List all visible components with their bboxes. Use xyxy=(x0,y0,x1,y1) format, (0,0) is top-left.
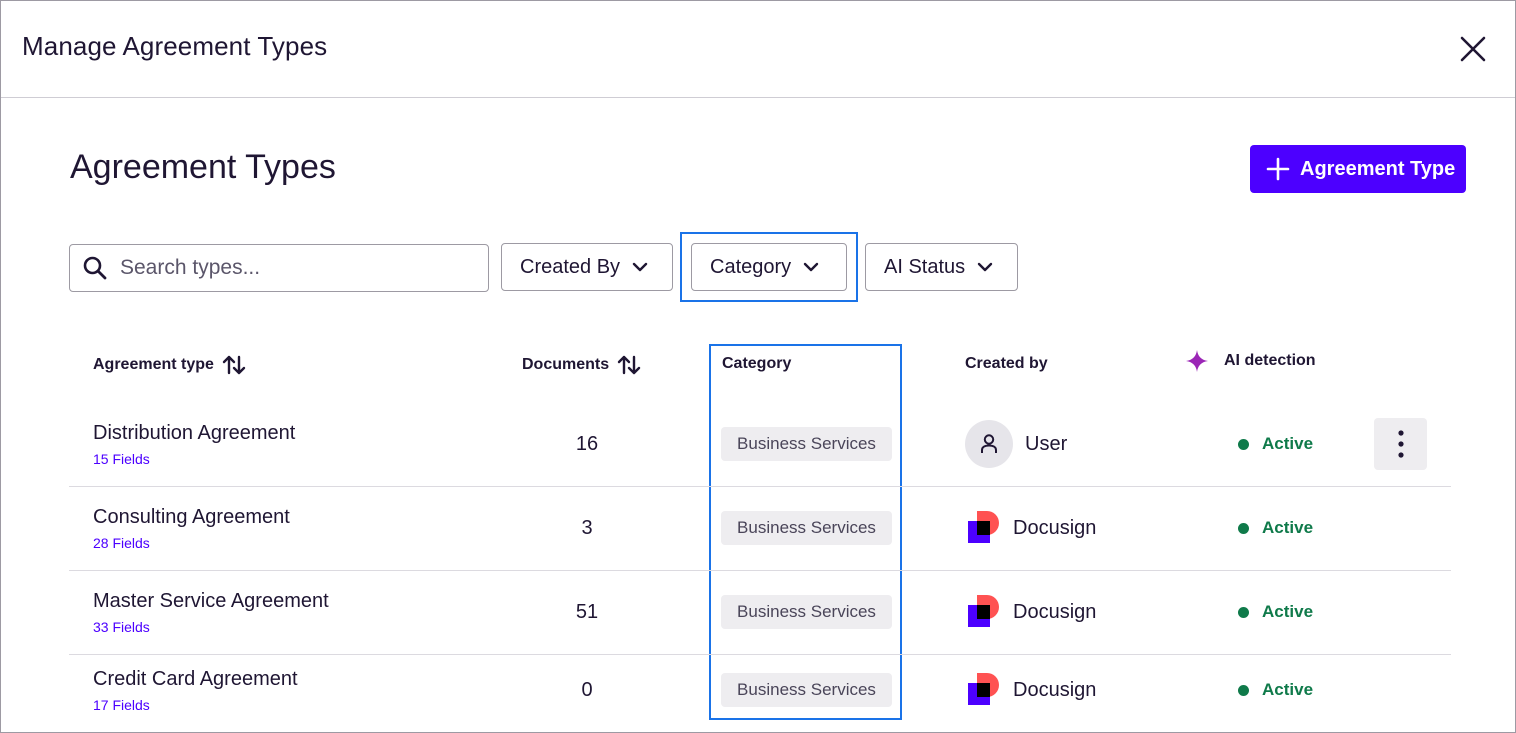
filter-created-by-label: Created By xyxy=(520,255,621,278)
row-1-fields[interactable]: 15 Fields xyxy=(93,451,150,467)
filter-ai-status-label: AI Status xyxy=(884,255,966,278)
modal-title: Manage Agreement Types xyxy=(22,31,328,61)
header-ai-detection: AI detection xyxy=(1186,350,1316,372)
header-category: Category xyxy=(722,355,791,373)
row-3-documents: 51 xyxy=(575,601,599,623)
row-3-fields[interactable]: 33 Fields xyxy=(93,619,150,635)
row-4-category-badge: Business Services xyxy=(721,673,892,707)
row-4-documents: 0 xyxy=(581,679,593,701)
row-1-category-badge: Business Services xyxy=(721,427,892,461)
row-1-documents: 16 xyxy=(575,433,599,455)
sort-icon xyxy=(617,355,641,375)
row-2-status: Active xyxy=(1238,518,1313,538)
category-filter-highlight xyxy=(680,232,858,302)
header-agreement-type[interactable]: Agreement type xyxy=(93,355,246,375)
search-input[interactable] xyxy=(120,256,460,280)
row-3-name[interactable]: Master Service Agreement xyxy=(93,590,329,613)
add-button-label: Agreement Type xyxy=(1300,157,1456,180)
row-3-category-badge: Business Services xyxy=(721,595,892,629)
row-1-created-by: User xyxy=(965,420,1067,468)
filter-ai-status[interactable]: AI Status xyxy=(865,243,1018,291)
plus-icon xyxy=(1266,157,1290,181)
search-box[interactable] xyxy=(69,244,489,292)
row-2-category-badge: Business Services xyxy=(721,511,892,545)
row-4-created-by-label: Docusign xyxy=(1013,678,1097,701)
row-divider xyxy=(69,486,1451,487)
row-2-created-by: Docusign xyxy=(967,511,1096,545)
header-created-by-label: Created by xyxy=(965,355,1048,372)
filter-created-by[interactable]: Created By xyxy=(501,243,673,291)
row-1-created-by-label: User xyxy=(1025,432,1068,455)
close-button[interactable] xyxy=(1456,32,1490,66)
row-divider xyxy=(69,570,1451,571)
header-documents[interactable]: Documents xyxy=(522,355,641,375)
status-dot xyxy=(1238,522,1249,534)
row-4-name[interactable]: Credit Card Agreement xyxy=(93,668,298,691)
status-dot xyxy=(1238,684,1249,696)
close-icon xyxy=(1460,36,1486,62)
row-1-name[interactable]: Distribution Agreement xyxy=(93,422,295,445)
status-dot xyxy=(1238,606,1249,618)
header-category-label: Category xyxy=(722,355,792,372)
chevron-down-icon xyxy=(632,262,648,272)
header-documents-label: Documents xyxy=(522,356,610,373)
docusign-logo-icon xyxy=(968,511,999,543)
chevron-down-icon xyxy=(977,262,993,272)
page-title: Agreement Types xyxy=(70,148,336,186)
row-1-status: Active xyxy=(1238,434,1313,454)
header-ai-detection-label: AI detection xyxy=(1224,352,1316,369)
row-2-documents: 3 xyxy=(581,517,593,539)
docusign-logo-icon xyxy=(968,595,999,627)
row-3-status-label: Active xyxy=(1262,602,1314,621)
row-2-created-by-label: Docusign xyxy=(1013,516,1097,539)
add-agreement-type-button[interactable]: Agreement Type xyxy=(1250,145,1466,193)
row-3-created-by-label: Docusign xyxy=(1013,600,1097,623)
row-4-status: Active xyxy=(1238,680,1313,700)
sort-icon xyxy=(222,355,246,375)
row-3-created-by: Docusign xyxy=(967,595,1096,629)
ai-sparkle-icon xyxy=(1186,350,1208,372)
row-1-status-label: Active xyxy=(1262,434,1314,453)
more-vertical-icon xyxy=(1397,430,1404,458)
header-agreement-type-label: Agreement type xyxy=(93,356,214,373)
row-4-fields[interactable]: 17 Fields xyxy=(93,697,150,713)
row-4-created-by: Docusign xyxy=(967,673,1096,707)
search-icon xyxy=(83,256,107,280)
status-dot xyxy=(1238,438,1249,450)
row-4-status-label: Active xyxy=(1262,680,1314,699)
user-icon xyxy=(981,434,997,453)
row-2-fields[interactable]: 28 Fields xyxy=(93,535,150,551)
row-2-status-label: Active xyxy=(1262,518,1314,537)
row-2-name[interactable]: Consulting Agreement xyxy=(93,506,290,529)
user-avatar xyxy=(965,420,1013,468)
header-created-by: Created by xyxy=(965,355,1048,373)
row-3-status: Active xyxy=(1238,602,1313,622)
docusign-logo-icon xyxy=(968,673,999,705)
row-divider xyxy=(69,654,1451,655)
row-1-more-button[interactable] xyxy=(1374,418,1427,470)
